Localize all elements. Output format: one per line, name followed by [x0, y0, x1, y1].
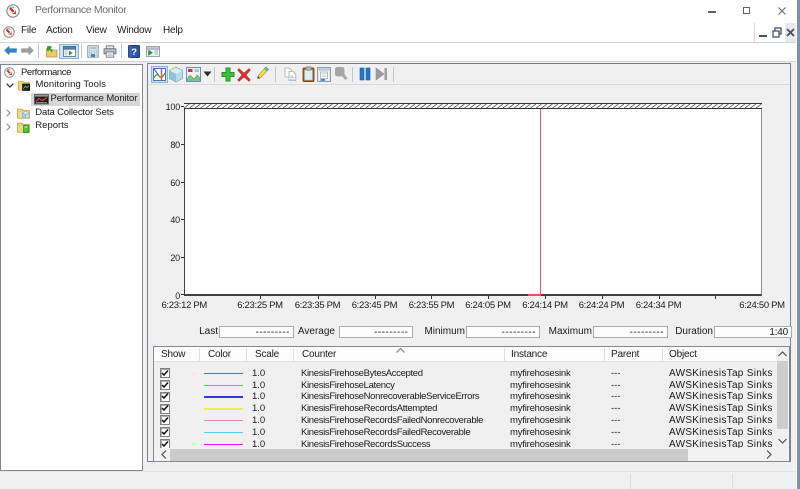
svg-text:?: ?	[131, 47, 137, 58]
